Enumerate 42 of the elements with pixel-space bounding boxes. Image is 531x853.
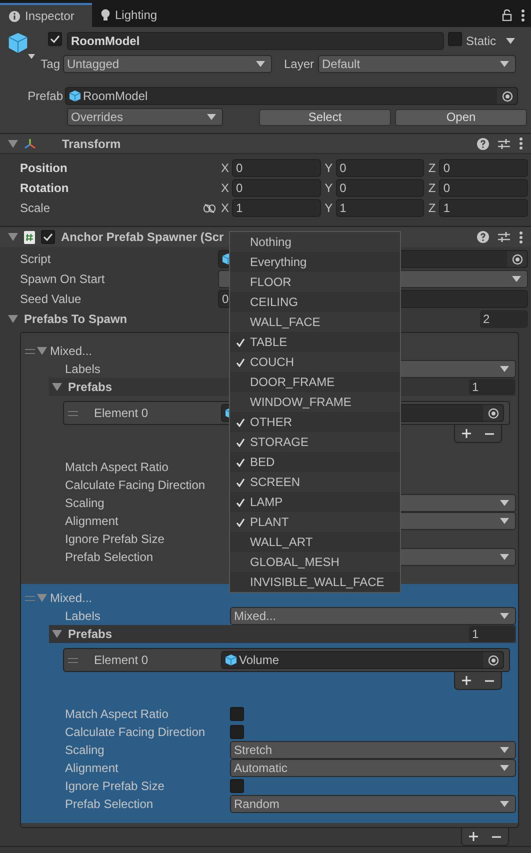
axis-label: Y — [324, 160, 333, 177]
field-label: Element 0 — [93, 405, 150, 422]
field-label: Prefab Selection — [65, 796, 154, 813]
field-label: Script — [20, 251, 52, 268]
static-label: Static — [466, 33, 496, 50]
field-label: Spawn On Start — [20, 271, 106, 288]
section-label: Prefabs — [68, 626, 112, 643]
field-label: Match Aspect Ratio — [65, 706, 170, 723]
field-label: Rotation — [20, 180, 70, 197]
field-label: Alignment — [65, 760, 120, 777]
axis-label: X — [221, 180, 229, 197]
component-title: Transform — [62, 136, 121, 152]
axis-label: Y — [324, 180, 333, 197]
axis-label: Y — [324, 200, 333, 217]
field-label: Prefab Selection — [65, 549, 154, 566]
field-label: Labels — [65, 608, 102, 625]
tag-label: Tag — [40, 56, 61, 73]
axis-label: Z — [428, 180, 436, 197]
field-label: Scaling — [65, 495, 106, 512]
axis-label: X — [221, 200, 229, 217]
axis-label: Z — [428, 200, 436, 217]
field-label: Labels — [65, 361, 102, 378]
prefab-label: Prefab — [26, 88, 64, 105]
field-label: Calculate Facing Direction — [65, 477, 206, 494]
field-label: Calculate Facing Direction — [65, 724, 206, 741]
element-title: Mixed... — [50, 590, 92, 607]
field-label: Element 0 — [93, 652, 150, 669]
element-title: Mixed... — [50, 343, 92, 360]
section-label: Prefabs — [68, 379, 112, 396]
layer-label: Layer — [282, 56, 315, 73]
field-label: Ignore Prefab Size — [65, 531, 166, 548]
field-label: Alignment — [65, 513, 120, 530]
field-label: Scaling — [65, 742, 106, 759]
field-label: Scale — [20, 200, 52, 217]
field-label: Seed Value — [20, 291, 82, 308]
axis-label: Z — [428, 160, 436, 177]
component-title: Anchor Prefab Spawner (Scr — [61, 229, 224, 246]
axis-label: X — [221, 160, 229, 177]
field-label: Ignore Prefab Size — [65, 778, 166, 795]
section-label: Prefabs To Spawn — [24, 311, 128, 328]
field-label: Match Aspect Ratio — [65, 459, 170, 476]
field-label: Position — [20, 160, 68, 177]
